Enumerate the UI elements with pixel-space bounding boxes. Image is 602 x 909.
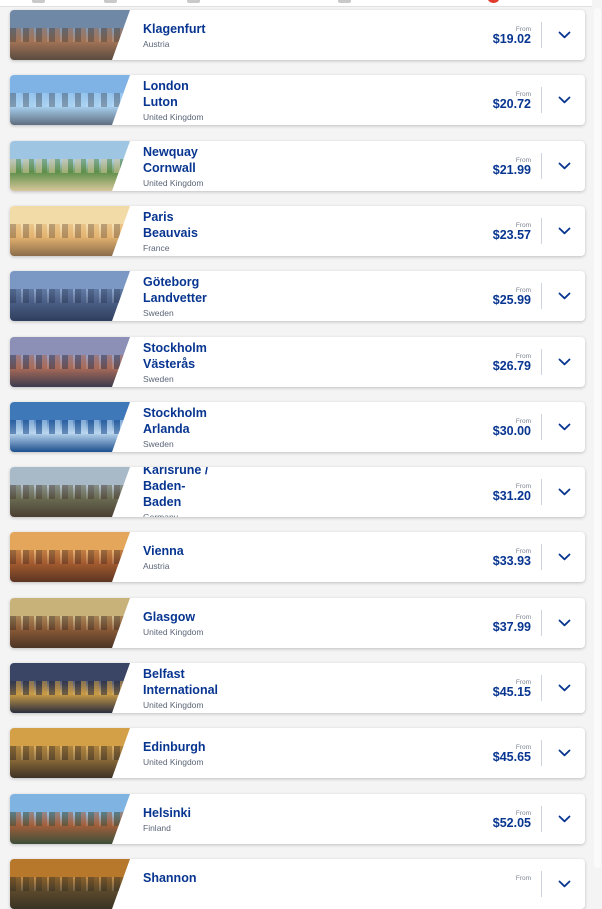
divider — [541, 87, 542, 113]
destination-country: United Kingdom — [143, 757, 204, 767]
divider — [541, 414, 542, 440]
destination-card[interactable]: Paris Beauvais France From $23.57 — [10, 206, 585, 256]
destination-photo — [10, 859, 130, 909]
destination-card[interactable]: Stockholm Västerås Sweden From $26.79 — [10, 337, 585, 387]
divider — [541, 610, 542, 636]
destination-photo — [10, 728, 130, 778]
destination-photo — [10, 663, 130, 713]
price: $26.79 — [492, 359, 531, 373]
destination-photo — [10, 206, 130, 256]
destination-card[interactable]: Klagenfurt Austria From $19.02 — [10, 10, 585, 60]
destination-card[interactable]: Helsinki Finland From $52.05 — [10, 794, 585, 844]
destination-card[interactable]: Karlsruhe / Baden- Baden Germany From $31.2… — [10, 467, 585, 517]
destination-card[interactable]: Glasgow United Kingdom From $37.99 — [10, 598, 585, 648]
destination-city: Paris Beauvais — [143, 210, 198, 240]
destination-city: Stockholm Västerås — [143, 341, 207, 371]
chevron-down-icon[interactable] — [552, 353, 576, 371]
divider — [541, 544, 542, 570]
destination-country: United Kingdom — [143, 112, 204, 122]
divider — [541, 806, 542, 832]
destination-country: Austria — [143, 561, 170, 571]
destination-country: Germany — [143, 512, 178, 517]
destination-country: United Kingdom — [143, 627, 204, 637]
price: $21.99 — [492, 163, 531, 177]
chevron-down-icon[interactable] — [552, 287, 576, 305]
price: $33.93 — [492, 554, 531, 568]
chevron-down-icon[interactable] — [552, 418, 576, 436]
price: $25.99 — [492, 293, 531, 307]
chevron-down-icon[interactable] — [552, 222, 576, 240]
destination-photo — [10, 271, 130, 321]
price: $30.00 — [492, 424, 531, 438]
destination-list: Klagenfurt Austria From $19.02 London Luton U… — [0, 0, 602, 909]
scrollbar[interactable] — [592, 0, 602, 878]
destination-city: Belfast International — [143, 667, 219, 697]
divider — [541, 22, 542, 48]
destination-city: Edinburgh — [143, 740, 206, 754]
price: $37.99 — [492, 620, 531, 634]
destination-country: Sweden — [143, 374, 174, 384]
chevron-down-icon[interactable] — [552, 614, 576, 632]
chevron-down-icon[interactable] — [552, 91, 576, 109]
from-label: From — [515, 875, 531, 882]
chevron-down-icon[interactable] — [552, 157, 576, 175]
chevron-down-icon[interactable] — [552, 483, 576, 501]
price: $20.72 — [492, 97, 531, 111]
destination-city: Karlsruhe / Baden- Baden — [143, 467, 209, 509]
chevron-down-icon[interactable] — [552, 26, 576, 44]
chevron-down-icon[interactable] — [552, 548, 576, 566]
destination-photo — [10, 794, 130, 844]
destination-photo — [10, 141, 130, 191]
destination-city: Newquay Cornwall — [143, 145, 198, 175]
destination-photo — [10, 402, 130, 452]
chevron-down-icon[interactable] — [552, 810, 576, 828]
divider — [541, 740, 542, 766]
destination-photo — [10, 467, 130, 517]
destination-country: Sweden — [143, 308, 174, 318]
destination-city: Helsinki — [143, 806, 191, 820]
scrollbar-thumb[interactable] — [594, 8, 601, 868]
destination-city: Vienna — [143, 544, 184, 558]
destination-photo — [10, 532, 130, 582]
destination-country: Sweden — [143, 439, 174, 449]
divider — [541, 153, 542, 179]
destination-country: United Kingdom — [143, 178, 204, 188]
destination-card[interactable]: London Luton United Kingdom From $20.72 — [10, 75, 585, 125]
divider — [541, 283, 542, 309]
destination-photo — [10, 337, 130, 387]
price: $45.15 — [492, 685, 531, 699]
destination-city: Klagenfurt — [143, 22, 206, 36]
destination-city: Stockholm Arlanda — [143, 406, 207, 436]
chevron-down-icon[interactable] — [552, 679, 576, 697]
destination-city: Shannon — [143, 871, 197, 885]
destination-country: Finland — [143, 823, 171, 833]
destination-country: United Kingdom — [143, 700, 204, 710]
divider — [541, 349, 542, 375]
destination-country: France — [143, 243, 170, 253]
destination-card[interactable]: Edinburgh United Kingdom From $45.65 — [10, 728, 585, 778]
destination-city: Glasgow — [143, 610, 196, 624]
destination-card[interactable]: Stockholm Arlanda Sweden From $30.00 — [10, 402, 585, 452]
destination-city: London Luton — [143, 79, 189, 109]
destination-photo — [10, 598, 130, 648]
divider — [541, 218, 542, 244]
price: $45.65 — [492, 750, 531, 764]
destination-card[interactable]: Vienna Austria From $33.93 — [10, 532, 585, 582]
destination-card[interactable]: Belfast International United Kingdom From $… — [10, 663, 585, 713]
destination-card[interactable]: Shannon From — [10, 859, 585, 909]
divider — [541, 479, 542, 505]
destination-country: Austria — [143, 39, 170, 49]
price: $23.57 — [492, 228, 531, 242]
price: $19.02 — [492, 32, 531, 46]
price: $52.05 — [492, 816, 531, 830]
price: $31.20 — [492, 489, 531, 503]
destination-card[interactable]: Newquay Cornwall United Kingdom From $21.99 — [10, 141, 585, 191]
divider — [541, 675, 542, 701]
chevron-down-icon[interactable] — [552, 744, 576, 762]
destination-photo — [10, 10, 130, 60]
destination-photo — [10, 75, 130, 125]
divider — [541, 871, 542, 897]
destination-city: Göteborg Landvetter — [143, 275, 207, 305]
destination-card[interactable]: Göteborg Landvetter Sweden From $25.99 — [10, 271, 585, 321]
